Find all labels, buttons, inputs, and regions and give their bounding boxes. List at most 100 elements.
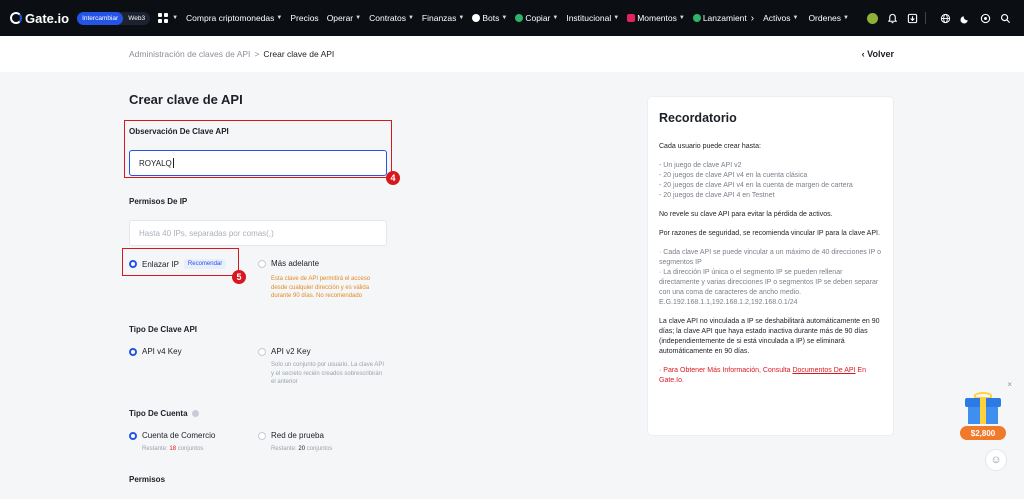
reminder-title: Recordatorio: [659, 111, 737, 125]
reminder-limit: - 20 juegos de clave API 4 en Testnet: [659, 192, 775, 199]
gateio-logo[interactable]: Gate.io: [10, 11, 69, 26]
breadcrumb-parent[interactable]: Administración de claves de API: [129, 49, 250, 59]
gift-box-icon: [965, 392, 1001, 424]
radio-label: Más adelante: [271, 259, 320, 268]
apps-menu[interactable]: ▼: [158, 13, 178, 23]
copy-trading-icon: [515, 14, 524, 22]
radio-label: API v4 Key: [142, 347, 182, 356]
launchpad-icon: [692, 14, 701, 22]
chevron-down-icon: ▼: [843, 15, 849, 21]
api-docs-link[interactable]: Documentos De API: [792, 367, 855, 374]
toggle-exchange[interactable]: Intercambiar: [77, 11, 124, 25]
nav-label: Copiar: [525, 13, 551, 23]
nav-label: Ordenes: [808, 13, 842, 23]
chevron-down-icon: ▼: [172, 15, 179, 21]
remaining-count: 20: [298, 446, 306, 452]
account-type-label-text: Tipo De Cuenta: [129, 409, 188, 418]
radio-label: API v2 Key: [271, 347, 311, 356]
reminder-ip-note: · Cada clave API se puede vincular a un …: [659, 249, 882, 266]
nav-label: Precios: [290, 13, 319, 23]
page-title: Crear clave de API: [129, 92, 243, 107]
remaining-prefix: Restante:: [142, 446, 168, 452]
reminder-more-info: · Para Obtener Más Información, Consulta…: [659, 366, 882, 386]
chevron-down-icon: ▼: [613, 15, 620, 21]
radio-unselected-icon: [258, 259, 266, 268]
step-badge-4: 4: [386, 171, 400, 185]
dark-mode-moon-icon[interactable]: [958, 11, 972, 25]
moments-icon: [627, 14, 636, 22]
reminder-panel: Recordatorio Cada usuario puede crear ha…: [647, 96, 894, 436]
nav-label: Contratos: [369, 13, 406, 23]
language-globe-icon[interactable]: [938, 11, 952, 25]
radio-selected-icon: [129, 347, 137, 356]
chevron-down-icon: ▼: [501, 15, 508, 21]
remaining-prefix: Restante:: [271, 446, 297, 452]
nav-assets[interactable]: Activos ▼: [763, 13, 798, 23]
chevron-right-icon[interactable]: ›: [751, 13, 754, 24]
toggle-web3[interactable]: Web3: [123, 12, 150, 25]
breadcrumb: Administración de claves de API > Crear …: [129, 49, 334, 59]
chevron-down-icon: ▼: [276, 15, 283, 21]
nav-bots[interactable]: Bots ▼: [472, 13, 507, 23]
ip-whitelist-input[interactable]: Hasta 40 IPs, separadas por comas(,): [129, 220, 387, 246]
nav-label: Activos: [763, 13, 791, 23]
radio-selected-icon: [129, 431, 137, 440]
radio-testnet[interactable]: Red de prueba: [258, 431, 324, 440]
nav-orders[interactable]: Ordenes ▼: [808, 13, 849, 23]
nav-label: Compra criptomonedas: [186, 13, 275, 23]
notification-bell-icon[interactable]: [885, 11, 899, 25]
radio-label: Cuenta de Comercio: [142, 431, 216, 440]
support-chat-icon[interactable]: ☺: [985, 449, 1007, 471]
nav-copy[interactable]: Copiar ▼: [515, 13, 558, 23]
reminder-reveal-warning: No revele su clave API para evitar la pé…: [659, 211, 833, 218]
remaining-suffix: conjuntos: [306, 446, 333, 452]
chevron-down-icon: ▼: [552, 15, 559, 21]
apps-grid-icon: [158, 13, 169, 23]
radio-unselected-icon: [258, 347, 266, 356]
chevron-down-icon: ▼: [458, 15, 465, 21]
settings-icon[interactable]: [978, 11, 992, 25]
divider: [925, 12, 926, 24]
nav-launchpad[interactable]: Lanzamient ›: [692, 13, 754, 24]
gift-promo-widget[interactable]: $2,800: [958, 386, 1008, 444]
info-icon[interactable]: [191, 410, 199, 418]
radio-unselected-icon: [258, 431, 266, 440]
chevron-down-icon: ▼: [678, 15, 685, 21]
nav-moments[interactable]: Momentos ▼: [627, 13, 685, 23]
back-button[interactable]: ‹ Volver: [862, 49, 894, 59]
reminder-ip-note: · La dirección IP única o el segmento IP…: [659, 269, 879, 306]
nav-buy-crypto[interactable]: Compra criptomonedas ▼: [186, 13, 282, 23]
nav-label: Finanzas: [421, 13, 457, 23]
annotation-box-step-4: [124, 120, 392, 178]
radio-later[interactable]: Más adelante: [258, 259, 319, 268]
radio-trade-account[interactable]: Cuenta de Comercio: [129, 431, 215, 440]
remaining-count: 18: [169, 446, 177, 452]
gift-price-badge: $2,800: [960, 426, 1006, 440]
search-icon[interactable]: [998, 11, 1012, 25]
gift-close-icon[interactable]: ×: [1007, 380, 1012, 389]
exchange-web3-toggle[interactable]: Intercambiar Web3: [77, 11, 151, 25]
radio-label: Red de prueba: [271, 431, 324, 440]
annotation-box-step-5: [122, 248, 239, 276]
api-v2-hint: Solo un conjunto por usuario. La clave A…: [271, 362, 385, 385]
breadcrumb-current: Crear clave de API: [263, 49, 335, 59]
permissions-label: Permisos: [129, 475, 166, 484]
chevron-down-icon: ▼: [355, 15, 362, 21]
nav-trade[interactable]: Operar ▼: [327, 13, 361, 23]
remaining-suffix: conjuntos: [177, 446, 204, 452]
avatar[interactable]: [865, 11, 879, 25]
testnet-remaining: Restante: 20 conjuntos: [271, 445, 332, 454]
brand-name: Gate.io: [25, 10, 70, 26]
step-badge-5: 5: [232, 270, 246, 284]
nav-label: Momentos: [637, 13, 677, 23]
radio-api-v2[interactable]: API v2 Key: [258, 347, 311, 356]
radio-api-v4[interactable]: API v4 Key: [129, 347, 182, 356]
nav-label: Institucional: [566, 13, 612, 23]
nav-institutional[interactable]: Institucional ▼: [566, 13, 619, 23]
nav-prices[interactable]: Precios: [290, 13, 318, 23]
nav-right: Activos ▼ Ordenes ▼: [763, 0, 1012, 36]
download-icon[interactable]: [905, 11, 919, 25]
nav-finance[interactable]: Finanzas ▼: [422, 13, 464, 23]
nav-label: Lanzamient: [702, 13, 747, 23]
nav-contracts[interactable]: Contratos ▼: [369, 13, 414, 23]
